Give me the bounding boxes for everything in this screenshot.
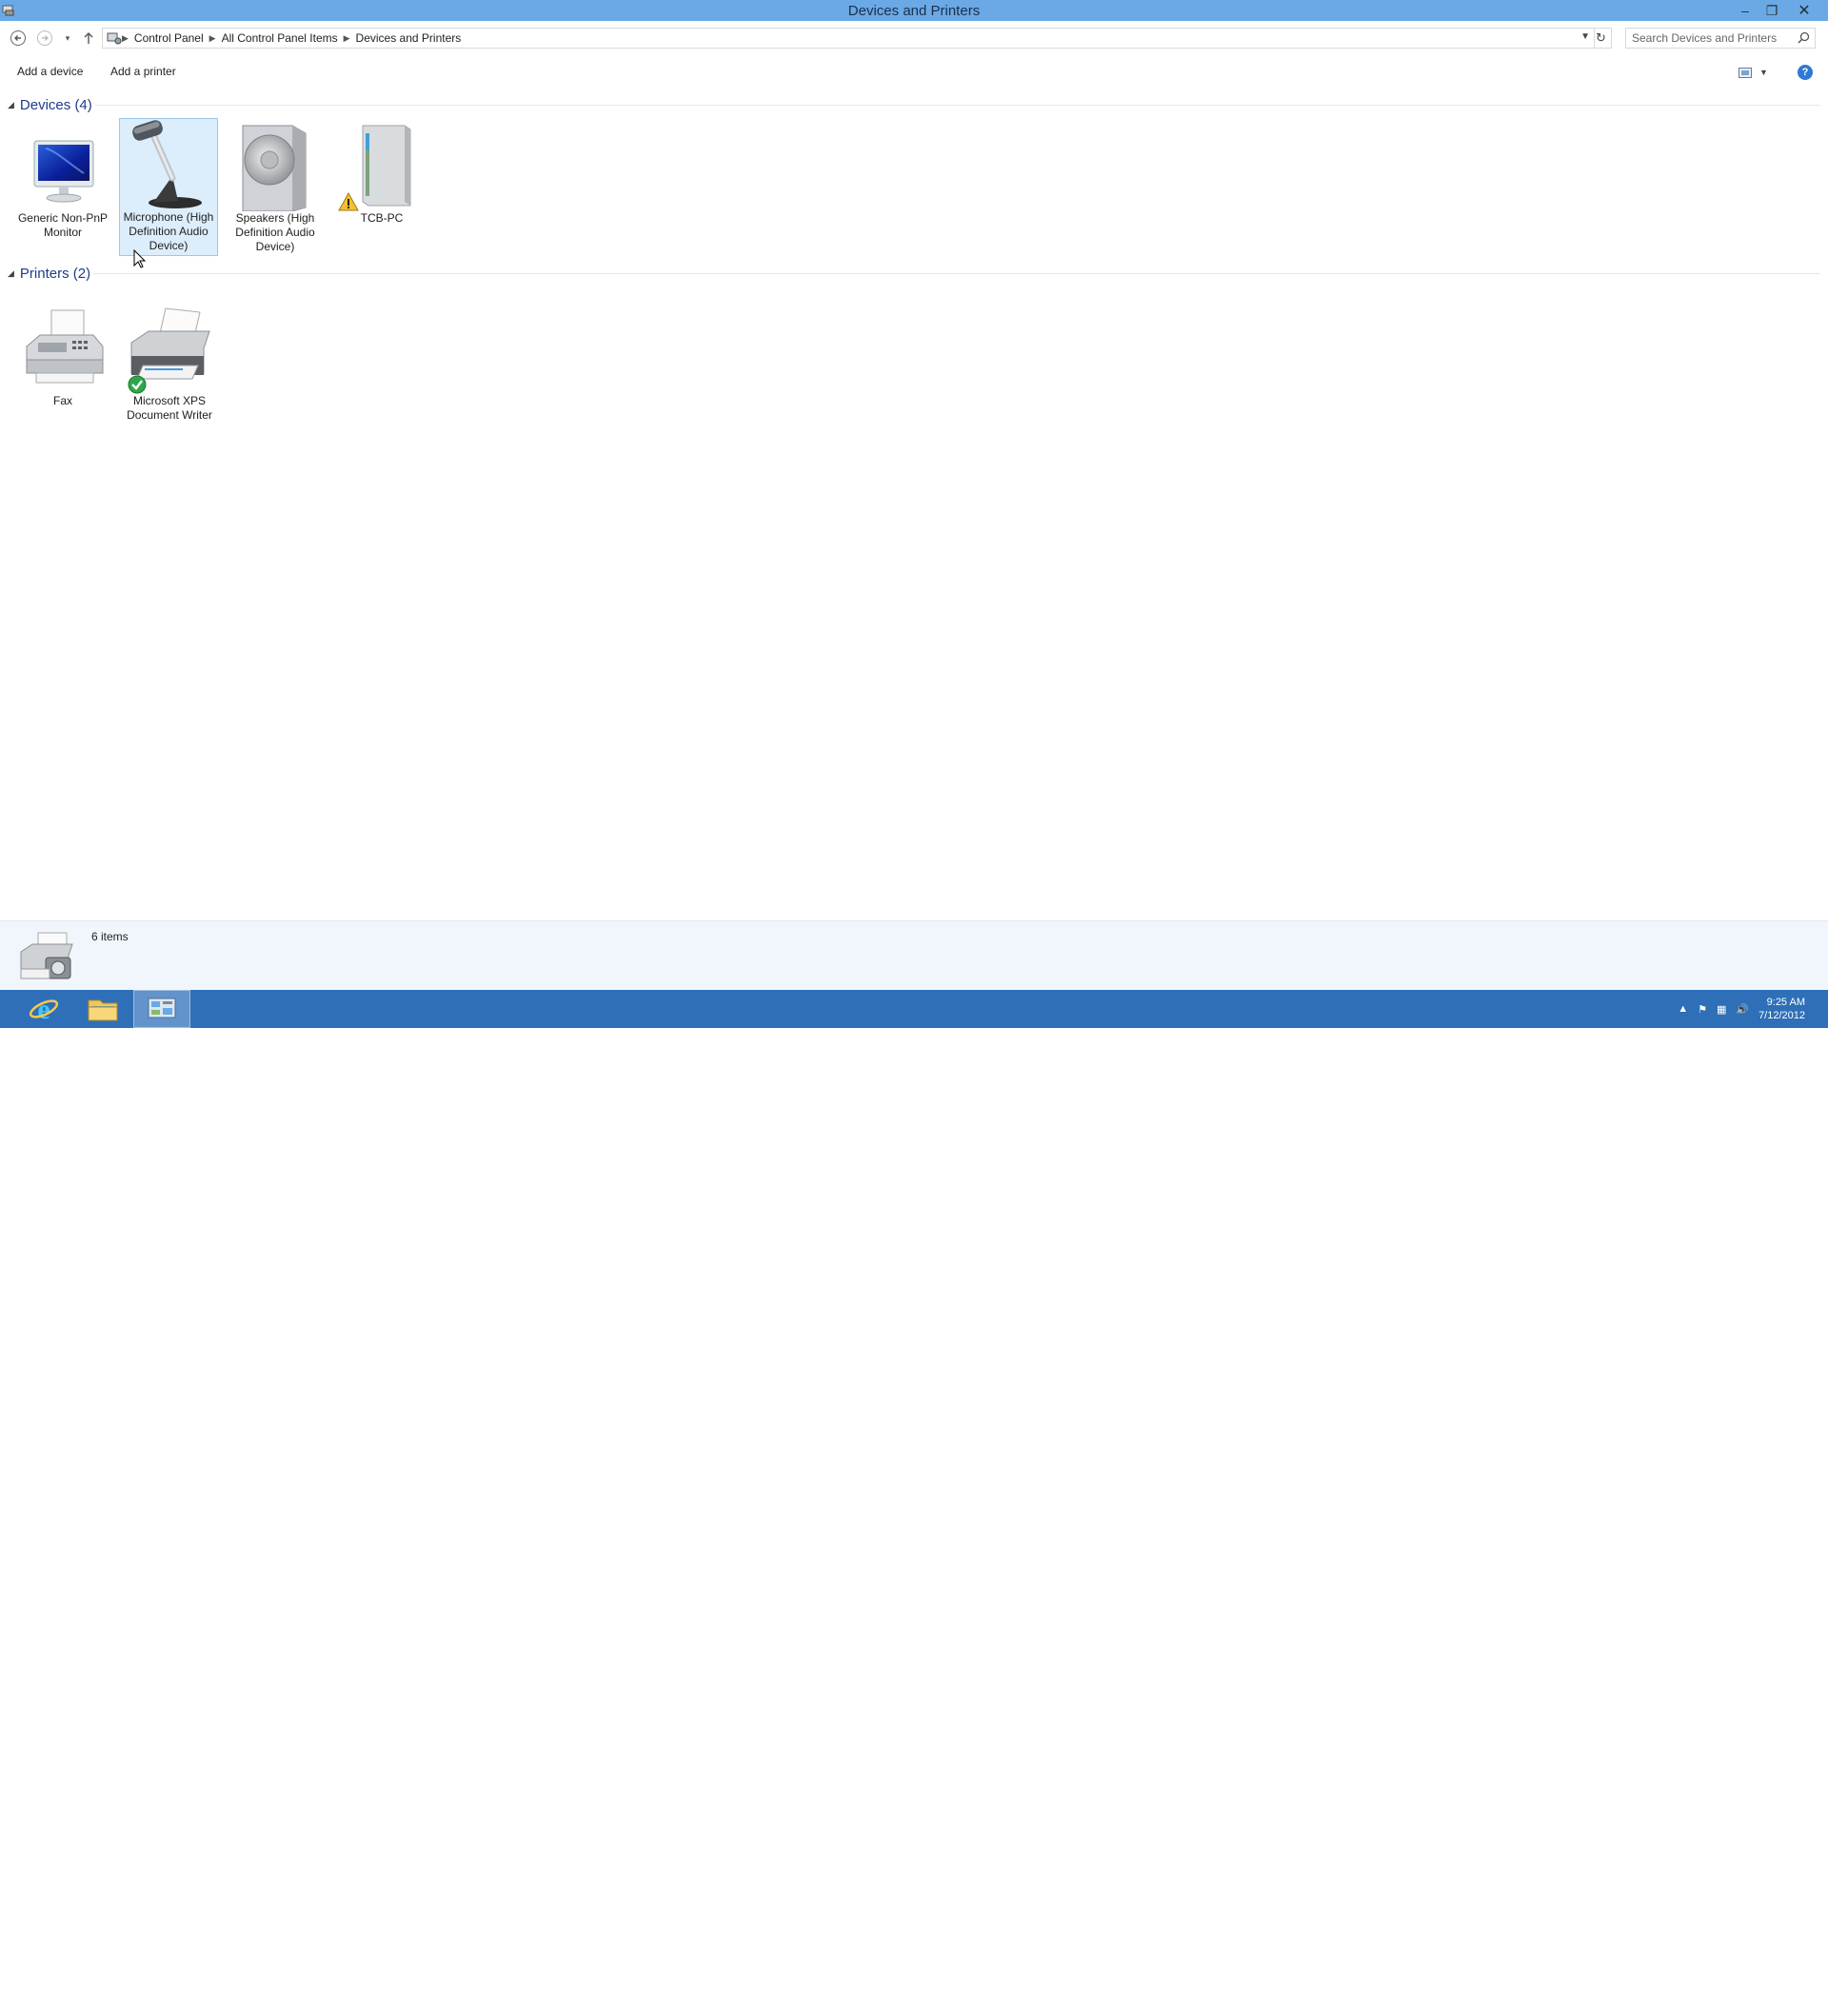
- network-icon[interactable]: ▦: [1717, 1003, 1726, 1016]
- group-header-printers[interactable]: ◢ Printers (2): [8, 264, 90, 283]
- details-pane: 6 items: [0, 920, 1828, 990]
- view-icon: [1739, 67, 1752, 78]
- group-title: Devices (4): [19, 96, 92, 113]
- item-count: 6 items: [91, 930, 129, 943]
- internet-explorer-button[interactable]: e: [15, 990, 72, 1028]
- group-divider: [95, 105, 1820, 106]
- clock[interactable]: 9:25 AM 7/12/2012: [1758, 996, 1805, 1022]
- recent-locations-button[interactable]: ▾: [57, 28, 78, 49]
- up-arrow-icon: [84, 32, 93, 44]
- breadcrumb-separator: ▶: [122, 32, 129, 43]
- volume-icon[interactable]: 🔊: [1736, 1003, 1749, 1016]
- printer-label: Fax: [52, 394, 72, 407]
- back-button[interactable]: [8, 28, 29, 49]
- breadcrumb-control-panel[interactable]: Control Panel: [129, 31, 209, 45]
- address-bar: ▾ ▶ Control Panel ▶ All Control Panel It…: [0, 25, 1828, 51]
- microphone-icon: [123, 119, 214, 210]
- system-tray: ▲ ⚑ ▦ 🔊 9:25 AM 7/12/2012: [1678, 996, 1805, 1022]
- device-item-microphone[interactable]: Microphone (High Definition Audio Device…: [119, 118, 218, 256]
- fax-icon: [17, 303, 109, 394]
- close-button[interactable]: ✕: [1788, 2, 1820, 19]
- taskbar: e ▲ ⚑ ▦ 🔊 9:25 AM 7/12/2012: [0, 990, 1828, 2016]
- devices-printers-icon: [20, 932, 73, 979]
- clock-date: 7/12/2012: [1758, 1010, 1805, 1021]
- watermark-logo: [1590, 1982, 1809, 2016]
- monitor-icon: [17, 120, 109, 211]
- file-explorer-icon: [88, 999, 118, 1021]
- address-box[interactable]: ▶ Control Panel ▶ All Control Panel Item…: [102, 28, 1595, 49]
- device-label: Microphone (High Definition Audio Device…: [123, 210, 214, 252]
- breadcrumb-separator[interactable]: ▶: [344, 33, 350, 44]
- printer-item-xps[interactable]: Microsoft XPS Document Writer: [120, 303, 219, 425]
- control-panel-icon: [148, 998, 176, 1018]
- internet-explorer-icon: e: [29, 994, 59, 1025]
- system-menu-icon[interactable]: [2, 3, 15, 16]
- forward-button[interactable]: [34, 28, 55, 49]
- search-box[interactable]: [1625, 28, 1816, 49]
- printer-item-fax[interactable]: Fax: [13, 303, 112, 410]
- device-label: TCB-PC: [360, 211, 404, 225]
- printer-label: Microsoft XPS Document Writer: [127, 394, 212, 422]
- show-hidden-icons-icon[interactable]: ▲: [1678, 1003, 1688, 1015]
- svg-text:e: e: [37, 994, 50, 1025]
- warning-icon: [338, 192, 359, 211]
- view-dropdown-icon: ▼: [1759, 68, 1768, 77]
- breadcrumb-all-items[interactable]: All Control Panel Items: [216, 31, 344, 45]
- search-icon[interactable]: [1798, 31, 1810, 44]
- address-dropdown-icon[interactable]: ▼: [1580, 31, 1590, 42]
- collapse-triangle-icon[interactable]: ◢: [8, 268, 14, 279]
- computer-tower-icon: [336, 120, 427, 211]
- forward-arrow-icon: [37, 30, 52, 46]
- file-explorer-button[interactable]: [74, 990, 131, 1028]
- printer-icon: [124, 303, 215, 394]
- control-panel-icon: [107, 32, 122, 45]
- mouse-cursor-icon: [133, 249, 147, 268]
- restore-button[interactable]: ❐: [1761, 2, 1782, 19]
- clock-time: 9:25 AM: [1766, 997, 1805, 1008]
- refresh-button[interactable]: ↻: [1591, 28, 1612, 49]
- device-item-monitor[interactable]: Generic Non-PnP Monitor: [13, 120, 112, 242]
- breadcrumb-separator[interactable]: ▶: [209, 33, 216, 44]
- action-center-flag-icon[interactable]: ⚑: [1698, 1003, 1707, 1016]
- collapse-triangle-icon[interactable]: ◢: [8, 100, 14, 110]
- add-device-button[interactable]: Add a device: [13, 63, 87, 80]
- view-options-button[interactable]: ▼: [1739, 65, 1773, 80]
- help-button[interactable]: ?: [1798, 65, 1813, 80]
- device-label: Speakers (High Definition Audio Device): [235, 211, 315, 253]
- minimize-button[interactable]: –: [1735, 2, 1756, 19]
- group-title: Printers (2): [19, 265, 91, 282]
- device-item-tcb-pc[interactable]: TCB-PC: [332, 120, 431, 227]
- breadcrumb-devices-printers[interactable]: Devices and Printers: [350, 31, 467, 45]
- book-logo-icon: [1590, 1987, 1639, 2016]
- default-check-icon: [128, 375, 147, 394]
- title-bar: Devices and Printers – ❐ ✕: [0, 0, 1828, 21]
- group-header-devices[interactable]: ◢ Devices (4): [8, 95, 92, 114]
- back-arrow-icon: [10, 30, 26, 46]
- up-button[interactable]: [78, 28, 99, 49]
- control-panel-taskbar-button[interactable]: [133, 990, 190, 1028]
- device-item-speakers[interactable]: Speakers (High Definition Audio Device): [226, 120, 325, 256]
- speaker-icon: [229, 120, 321, 212]
- device-label: Generic Non-PnP Monitor: [17, 211, 109, 239]
- search-input[interactable]: [1632, 31, 1792, 45]
- command-bar: Add a device Add a printer ▼ ?: [0, 59, 1828, 84]
- window-controls: – ❐ ✕: [1735, 0, 1820, 21]
- add-printer-button[interactable]: Add a printer: [107, 63, 180, 80]
- window-title: Devices and Printers: [847, 2, 981, 19]
- group-divider: [93, 273, 1820, 274]
